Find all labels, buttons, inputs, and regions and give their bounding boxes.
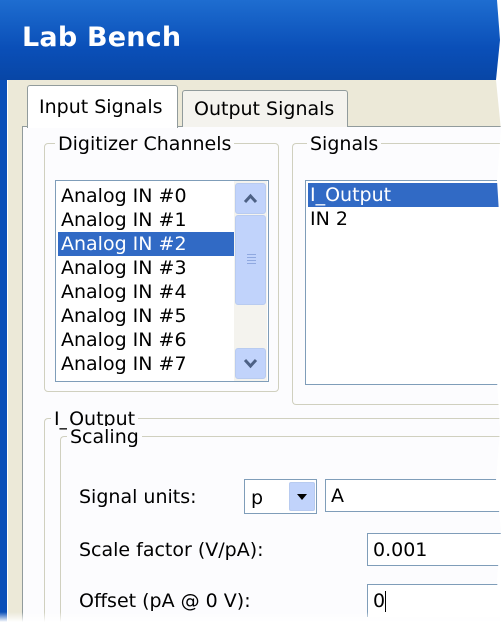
window-title: Lab Bench: [22, 22, 182, 53]
tab-label: Output Signals: [194, 98, 335, 120]
dropdown-button[interactable]: [289, 482, 315, 511]
caret-down-icon: [297, 494, 307, 500]
chevron-down-icon: [243, 358, 258, 369]
signal-units-input[interactable]: A: [325, 479, 501, 512]
unit-prefix-select[interactable]: p: [244, 479, 317, 514]
window-frame: [0, 80, 7, 622]
torn-bottom-edge: [0, 612, 501, 622]
text-cursor: [385, 591, 386, 612]
group-title: Digitizer Channels: [55, 133, 235, 155]
chevron-up-icon: [243, 193, 258, 204]
scroll-up-button[interactable]: [235, 183, 266, 214]
tab-label: Input Signals: [39, 96, 163, 118]
list-item[interactable]: Analog IN #1: [58, 208, 235, 232]
scale-factor-input[interactable]: 0.001: [367, 533, 501, 566]
signals-list[interactable]: I_Output IN 2: [305, 180, 501, 385]
field-value: 0: [373, 590, 386, 612]
scroll-down-button[interactable]: [235, 348, 266, 379]
signal-units-label: Signal units:: [79, 486, 197, 508]
list-item[interactable]: Analog IN #3: [58, 256, 235, 280]
group-title: Signals: [307, 133, 382, 155]
list-item[interactable]: Analog IN #6: [58, 328, 235, 352]
tab-input-signals[interactable]: Input Signals: [27, 85, 178, 128]
vertical-scrollbar[interactable]: [234, 181, 267, 381]
lab-bench-window: Lab Bench Input Signals Output Signals D…: [0, 0, 501, 622]
list-item[interactable]: Analog IN #4: [58, 280, 235, 304]
scale-factor-label: Scale factor (V/pA):: [79, 539, 264, 561]
tab-output-signals[interactable]: Output Signals: [182, 90, 348, 127]
list-item[interactable]: IN 2: [308, 207, 501, 231]
field-value: A: [331, 485, 344, 507]
list-item[interactable]: Analog IN #7: [58, 352, 235, 376]
digitizer-channel-list[interactable]: Analog IN #0 Analog IN #1 Analog IN #2 A…: [55, 180, 269, 382]
title-bar[interactable]: Lab Bench: [0, 0, 501, 80]
scroll-thumb[interactable]: [235, 215, 266, 305]
group-title: Scaling: [67, 426, 142, 448]
field-value: 0.001: [373, 539, 428, 561]
torn-edge: [496, 0, 501, 622]
list-item[interactable]: Analog IN #2: [58, 232, 235, 256]
list-item[interactable]: Analog IN #0: [58, 184, 235, 208]
list-item[interactable]: I_Output: [308, 183, 501, 207]
offset-label: Offset (pA @ 0 V):: [79, 590, 251, 612]
list-item[interactable]: Analog IN #5: [58, 304, 235, 328]
prefix-value: p: [251, 487, 264, 509]
